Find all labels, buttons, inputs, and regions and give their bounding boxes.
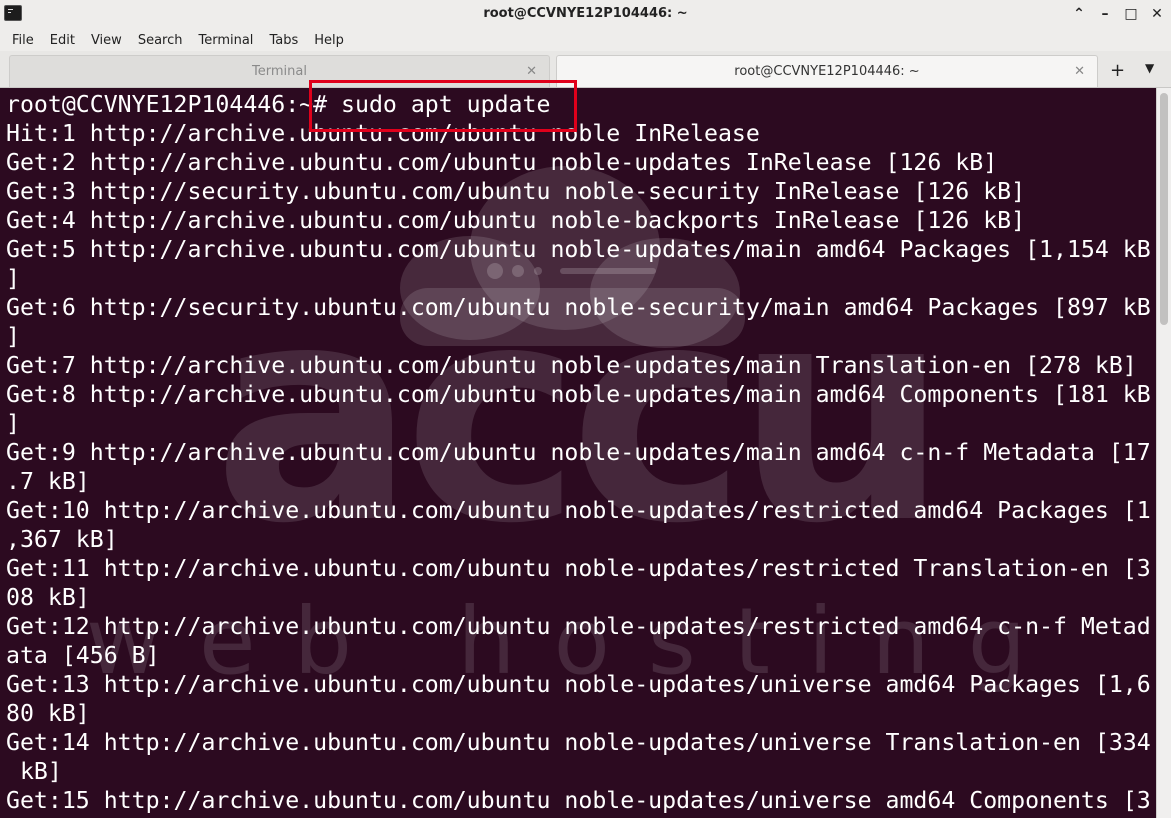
tab-close-icon[interactable]: ✕ (1074, 64, 1085, 79)
output-line: ] (6, 323, 20, 350)
terminal-lines: root@CCVNYE12P104446:~# sudo apt update H… (6, 90, 1151, 815)
output-line: Get:2 http://archive.ubuntu.com/ubuntu n… (6, 149, 998, 176)
menu-view[interactable]: View (83, 33, 130, 48)
tab-bar: Terminal ✕ root@CCVNYE12P104446: ~ ✕ + ▼ (0, 51, 1171, 88)
output-line: Get:15 http://archive.ubuntu.com/ubuntu … (6, 787, 1151, 814)
menu-tabs[interactable]: Tabs (261, 33, 306, 48)
menu-file[interactable]: File (4, 33, 42, 48)
menu-edit[interactable]: Edit (42, 33, 83, 48)
output-line: kB] (6, 758, 62, 785)
output-line: Get:12 http://archive.ubuntu.com/ubuntu … (6, 613, 1151, 640)
menu-search[interactable]: Search (130, 33, 191, 48)
output-line: Get:3 http://security.ubuntu.com/ubuntu … (6, 178, 1026, 205)
command-highlight-box (309, 80, 577, 132)
output-line: ,367 kB] (6, 526, 118, 553)
output-line: Get:13 http://archive.ubuntu.com/ubuntu … (6, 671, 1151, 698)
terminal-output[interactable]: accu web hosting root@CCVNYE12P104446:~#… (0, 88, 1156, 818)
output-line: ata [456 B] (6, 642, 160, 669)
title-bar[interactable]: root@CCVNYE12P104446: ~ ⌃ – □ ✕ (0, 0, 1171, 29)
output-line: Get:9 http://archive.ubuntu.com/ubuntu n… (6, 439, 1151, 466)
output-line: Get:14 http://archive.ubuntu.com/ubuntu … (6, 729, 1151, 756)
tab-close-icon[interactable]: ✕ (526, 64, 537, 79)
output-line: Get:6 http://security.ubuntu.com/ubuntu … (6, 294, 1151, 321)
output-line: Get:8 http://archive.ubuntu.com/ubuntu n… (6, 381, 1151, 408)
output-line: Get:11 http://archive.ubuntu.com/ubuntu … (6, 555, 1151, 582)
output-line: Get:4 http://archive.ubuntu.com/ubuntu n… (6, 207, 1026, 234)
output-line: Get:10 http://archive.ubuntu.com/ubuntu … (6, 497, 1151, 524)
tab-label: Terminal (252, 64, 307, 79)
tab-root-shell[interactable]: root@CCVNYE12P104446: ~ ✕ (556, 55, 1098, 87)
window-title: root@CCVNYE12P104446: ~ (483, 6, 688, 21)
output-line: Get:5 http://archive.ubuntu.com/ubuntu n… (6, 236, 1151, 263)
scrollbar-thumb[interactable] (1160, 93, 1168, 325)
collapse-icon[interactable]: ⌃ (1071, 4, 1087, 24)
tab-label: root@CCVNYE12P104446: ~ (734, 64, 920, 79)
tab-list-dropdown-icon[interactable]: ▼ (1145, 61, 1154, 75)
command-prompt-line: root@CCVNYE12P104446:~# sudo apt update (6, 91, 551, 118)
menu-help[interactable]: Help (306, 33, 352, 48)
menu-bar: File Edit View Search Terminal Tabs Help (0, 29, 1171, 51)
close-icon[interactable]: ✕ (1149, 4, 1165, 24)
menu-terminal[interactable]: Terminal (190, 33, 261, 48)
maximize-icon[interactable]: □ (1123, 4, 1139, 24)
output-line: 80 kB] (6, 700, 90, 727)
output-line: .7 kB] (6, 468, 90, 495)
new-tab-icon[interactable]: + (1110, 60, 1125, 81)
output-line: ] (6, 410, 20, 437)
output-line: ] (6, 265, 20, 292)
output-line: 08 kB] (6, 584, 90, 611)
output-line: Hit:1 http://archive.ubuntu.com/ubuntu n… (6, 120, 760, 147)
terminal-scrollbar[interactable] (1156, 88, 1171, 818)
window-controls: ⌃ – □ ✕ (1071, 4, 1165, 24)
minimize-icon[interactable]: – (1097, 4, 1113, 24)
output-line: Get:7 http://archive.ubuntu.com/ubuntu n… (6, 352, 1137, 379)
